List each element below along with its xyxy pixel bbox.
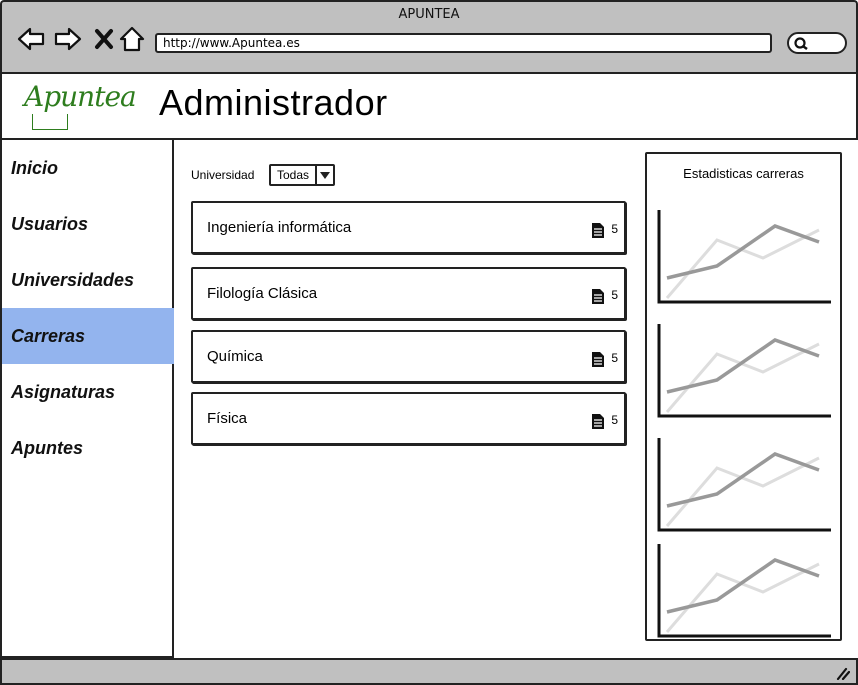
- close-icon: [95, 29, 113, 49]
- logo[interactable]: Apuntea: [24, 80, 137, 113]
- resize-grip-icon[interactable]: [836, 666, 850, 680]
- career-name: Física: [207, 410, 248, 427]
- sidebar: Inicio Usuarios Universidades Carreras A…: [0, 140, 174, 658]
- page-title: Administrador: [159, 82, 388, 123]
- career-name: Filología Clásica: [207, 285, 318, 302]
- document-icon: [592, 289, 604, 304]
- career-row[interactable]: Filología Clásica 5: [191, 267, 626, 320]
- logo-book-icon: [32, 114, 68, 130]
- forward-arrow-icon: [54, 27, 82, 51]
- career-row[interactable]: Ingeniería informática 5: [191, 201, 626, 254]
- home-icon: [119, 26, 145, 52]
- university-select[interactable]: Todas: [269, 164, 335, 186]
- sidebar-item-inicio[interactable]: Inicio: [2, 140, 174, 196]
- back-arrow-icon: [17, 27, 45, 51]
- sidebar-item-carreras[interactable]: Carreras: [2, 308, 174, 364]
- career-count: 5: [611, 351, 618, 365]
- stats-panel: Estadisticas carreras: [645, 152, 842, 641]
- window-title: APUNTEA: [398, 7, 460, 22]
- search-box[interactable]: [787, 32, 847, 54]
- sidebar-item-usuarios[interactable]: Usuarios: [2, 196, 174, 252]
- status-bar: [0, 658, 858, 685]
- chevron-down-icon[interactable]: [315, 166, 333, 184]
- forward-button[interactable]: [53, 24, 83, 54]
- career-count: 5: [611, 288, 618, 302]
- career-row[interactable]: Física 5: [191, 392, 626, 445]
- sidebar-item-asignaturas[interactable]: Asignaturas: [2, 364, 174, 420]
- career-row[interactable]: Química 5: [191, 330, 626, 383]
- university-filter-label: Universidad: [191, 168, 255, 182]
- mini-line-chart: [657, 210, 831, 304]
- sidebar-item-universidades[interactable]: Universidades: [2, 252, 174, 308]
- document-icon: [592, 223, 604, 238]
- stats-title: Estadisticas carreras: [683, 166, 804, 181]
- search-icon: [794, 37, 808, 51]
- stop-button[interactable]: [90, 24, 120, 54]
- browser-chrome: APUNTEA http://www.Apuntea.es: [0, 0, 858, 72]
- career-name: Ingeniería informática: [207, 219, 352, 236]
- app-header: Apuntea Administrador: [0, 72, 858, 140]
- document-icon: [592, 414, 604, 429]
- mini-line-chart: [657, 544, 831, 638]
- career-count: 5: [611, 413, 618, 427]
- document-icon: [592, 352, 604, 367]
- mini-line-chart: [657, 438, 831, 532]
- home-button[interactable]: [117, 24, 147, 54]
- career-name: Química: [207, 348, 263, 365]
- url-bar[interactable]: http://www.Apuntea.es: [155, 33, 772, 53]
- career-count: 5: [611, 222, 618, 236]
- mini-line-chart: [657, 324, 831, 418]
- back-button[interactable]: [16, 24, 46, 54]
- university-select-value: Todas: [277, 168, 310, 182]
- sidebar-item-apuntes[interactable]: Apuntes: [2, 420, 174, 476]
